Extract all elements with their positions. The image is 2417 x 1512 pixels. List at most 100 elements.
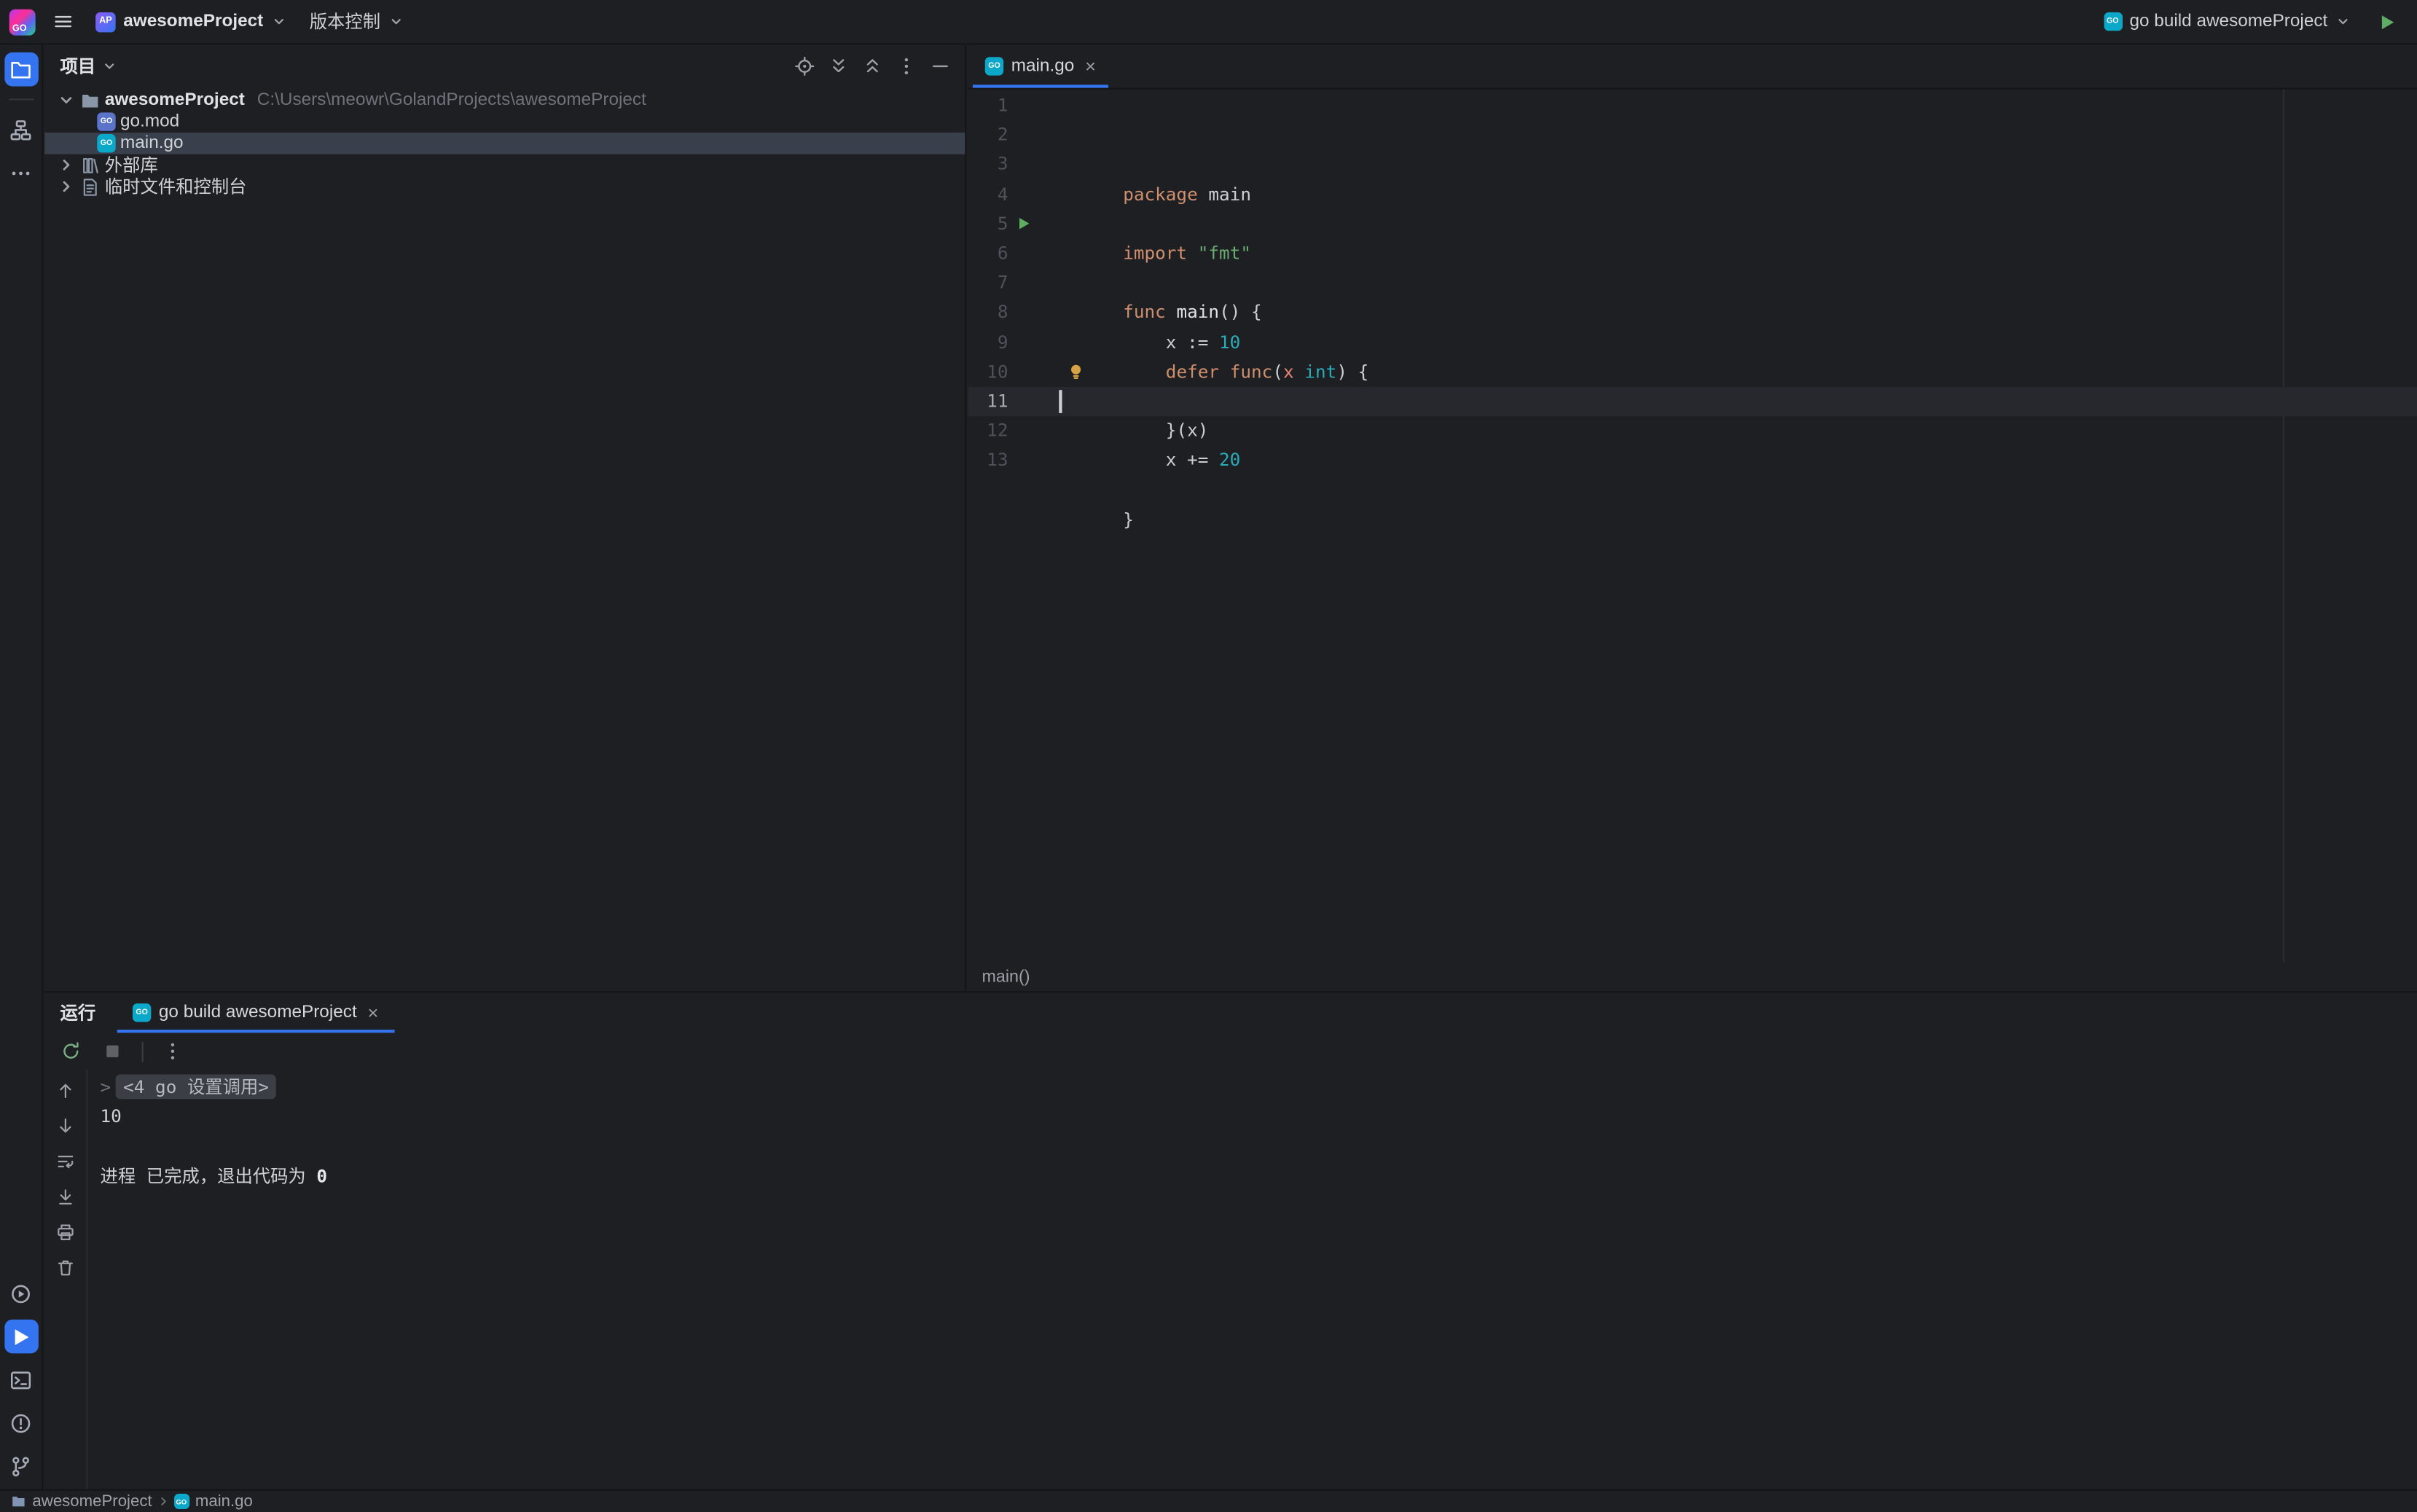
scroll-end-icon <box>55 1186 76 1207</box>
arrow-down-button[interactable] <box>50 1111 81 1139</box>
code-line-6[interactable]: 6 x := 10 <box>968 239 2417 269</box>
code-line-7[interactable]: 7 defer func(x int) { <box>968 268 2417 298</box>
tool-strip-run-button[interactable] <box>4 1320 38 1354</box>
clear-button[interactable] <box>50 1253 81 1281</box>
more-vertical-button[interactable] <box>891 51 922 82</box>
go-file-icon: GO <box>173 1494 189 1509</box>
soft-wrap-button[interactable] <box>50 1147 81 1175</box>
line-number: 10 <box>968 357 1008 387</box>
play-icon <box>9 1325 33 1348</box>
strip-divider <box>9 98 34 100</box>
project-widget[interactable]: AP awesomeProject <box>86 3 295 40</box>
close-tab-button[interactable]: × <box>1085 57 1096 75</box>
code-line-11[interactable]: 11 <box>968 387 2417 417</box>
code-line-4[interactable]: 4 <box>968 180 2417 210</box>
code-text <box>1059 120 2417 150</box>
hamburger-icon <box>52 11 74 33</box>
code-line-3[interactable]: 3 import "fmt" <box>968 150 2417 180</box>
print-button[interactable] <box>50 1218 81 1245</box>
status-bar: awesomeProject GO main.go <box>0 1489 2417 1512</box>
tool-strip-more-tool-windows-button[interactable] <box>4 156 38 190</box>
arrow-up-button[interactable] <box>50 1076 81 1104</box>
gutter <box>1008 91 1059 121</box>
code-line-9[interactable]: 9 }(x) <box>968 328 2417 358</box>
vcs-label: 版本控制 <box>310 9 380 34</box>
line-number: 4 <box>968 180 1008 210</box>
library-icon <box>80 155 101 176</box>
statusbar-crumb-file[interactable]: GO main.go <box>173 1492 253 1511</box>
run-config-label: go build awesomeProject <box>2129 12 2327 31</box>
code-line-10[interactable]: 10 x += 20 <box>968 357 2417 387</box>
tool-strip-project-button[interactable] <box>4 52 38 87</box>
vcs-widget[interactable]: 版本控制 <box>300 3 412 40</box>
chevron-down-icon <box>388 14 404 29</box>
bulb-icon[interactable] <box>1067 361 1085 380</box>
rerun-button[interactable] <box>55 1036 86 1067</box>
tree-item-awesomeProject-root[interactable]: awesomeProject C:\Users\meowr\GolandProj… <box>44 90 965 111</box>
run-panel-header: 运行 GO go build awesomeProject × <box>44 992 2417 1033</box>
statusbar-crumb-project[interactable]: awesomeProject <box>11 1492 152 1511</box>
stop-button[interactable] <box>97 1036 128 1067</box>
run-config-selector[interactable]: GO go build awesomeProject <box>2094 3 2360 40</box>
expand-all-button[interactable] <box>823 51 854 82</box>
run-tab-go-build[interactable]: GO go build awesomeProject × <box>117 992 394 1033</box>
line-number: 7 <box>968 268 1008 298</box>
scroll-end-button[interactable] <box>50 1183 81 1210</box>
folder-node-icon <box>11 1494 26 1509</box>
tool-strip-terminal-button[interactable] <box>4 1363 38 1397</box>
hide-button[interactable] <box>925 51 955 82</box>
breadcrumb-bar: main() <box>968 962 2417 991</box>
more-vertical-icon <box>896 55 917 77</box>
gutter <box>1008 239 1059 269</box>
code-line-2[interactable]: 2 <box>968 120 2417 150</box>
tree-item-label: awesomeProject <box>105 91 245 109</box>
tool-strip-problems-button[interactable] <box>4 1406 38 1440</box>
run-tool-window: 运行 GO go build awesomeProject × <box>44 991 2417 1489</box>
tree-item-scratches-and-consoles[interactable]: 临时文件和控制台 <box>44 176 965 197</box>
gutter <box>1008 298 1059 328</box>
code-line-13[interactable]: 13 <box>968 446 2417 476</box>
run-button[interactable] <box>2367 3 2405 40</box>
gutter <box>1008 268 1059 298</box>
locate-icon <box>794 55 815 77</box>
tree-item-go-mod[interactable]: GO go.mod <box>44 111 965 133</box>
editor-tab-main-go[interactable]: GO main.go × <box>973 44 1108 87</box>
gutter <box>1008 357 1059 387</box>
arrow-up-icon <box>55 1080 76 1100</box>
go-config-icon: GO <box>2104 12 2122 31</box>
tool-strip-services-button[interactable] <box>4 1277 38 1311</box>
code-line-12[interactable]: 12 } <box>968 416 2417 446</box>
code-line-8[interactable]: 8 fmt.Println(x) <box>968 298 2417 328</box>
code-line-1[interactable]: 1 package main <box>968 91 2417 121</box>
console-command-line: ><4 go 设置调用> <box>101 1073 2417 1102</box>
tool-strip-structure-button[interactable] <box>4 112 38 146</box>
line-number: 6 <box>968 239 1008 269</box>
close-run-tab-button[interactable]: × <box>368 1003 379 1022</box>
tree-item-main-go[interactable]: GO main.go <box>44 133 965 154</box>
gutter <box>1008 387 1059 417</box>
code-line-5[interactable]: 5 func main() { <box>968 209 2417 239</box>
console-stdout-line: 10 <box>101 1102 2417 1132</box>
run-arrow-icon[interactable] <box>1016 216 1031 231</box>
collapse-all-button[interactable] <box>857 51 888 82</box>
main-menu-button[interactable] <box>44 3 82 40</box>
tool-strip-version-control-button[interactable] <box>4 1449 38 1484</box>
project-panel-title[interactable]: 项目 <box>60 54 117 79</box>
code-editor[interactable]: 1 package main 2 3 import "fmt" 4 <box>968 90 2417 962</box>
gutter[interactable] <box>1008 209 1059 239</box>
gutter <box>1008 180 1059 210</box>
console-fold-setup-calls[interactable]: <4 go 设置调用> <box>116 1074 277 1099</box>
locate-button[interactable] <box>789 51 820 82</box>
crumb-label: main.go <box>195 1492 253 1511</box>
editor-tab-bar: GO main.go × <box>968 44 2417 89</box>
tree-item-external-libraries[interactable]: 外部库 <box>44 154 965 176</box>
toolbar-separator <box>142 1041 144 1062</box>
code-text: } <box>1059 416 2417 446</box>
chevron-right-icon <box>57 156 75 174</box>
gutter <box>1008 150 1059 180</box>
print-icon <box>55 1221 76 1242</box>
breadcrumb-scope[interactable]: main() <box>982 967 1030 985</box>
code-text: }(x) <box>1059 328 2417 358</box>
more-vertical-button[interactable] <box>157 1036 188 1067</box>
code-text: fmt.Println(x) <box>1059 298 2417 328</box>
